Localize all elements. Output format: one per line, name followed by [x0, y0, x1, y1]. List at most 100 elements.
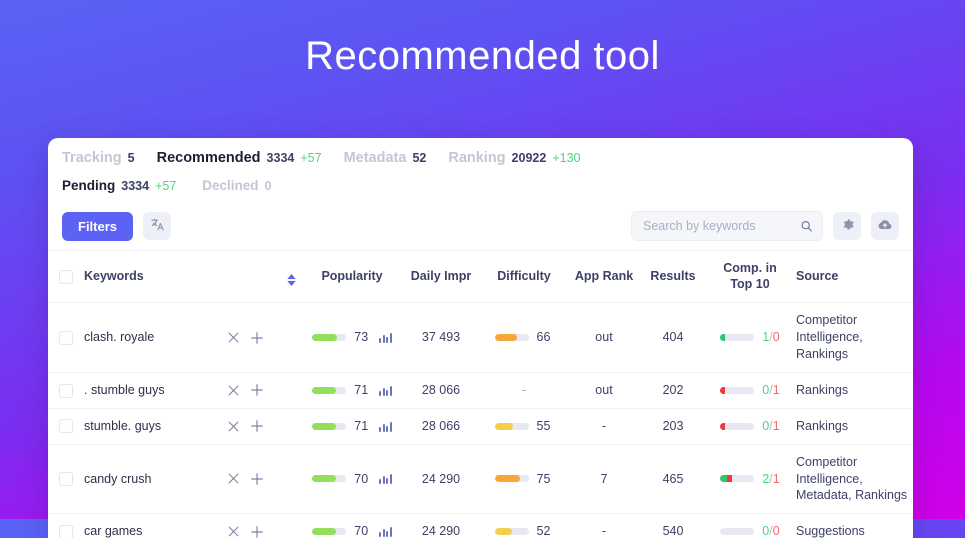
sort-handle-header[interactable]: [278, 249, 304, 304]
app-window: Tracking 5 Recommended 3334 +57 Metadata 52 Ran…: [48, 138, 913, 538]
source-cell: Suggestions: [796, 513, 913, 538]
column-header-app-rank[interactable]: App Rank: [566, 249, 642, 304]
search-input[interactable]: [643, 219, 794, 233]
search-box[interactable]: [631, 211, 823, 241]
column-header-comp-in-top-10[interactable]: Comp. in Top 10: [704, 249, 796, 304]
tab-delta: +130: [552, 151, 581, 165]
page-title: Recommended tool: [305, 34, 660, 78]
source-text: Competitor Intelligence, Metadata, Ranki…: [796, 454, 908, 503]
add-icon[interactable]: [250, 419, 264, 433]
column-header-difficulty[interactable]: Difficulty: [482, 249, 566, 304]
tab-ranking[interactable]: Ranking 20922 +130: [448, 150, 580, 166]
row-spacer-cell: [278, 408, 304, 445]
column-header-results[interactable]: Results: [642, 249, 704, 304]
comp-value: 0/1: [762, 382, 779, 399]
difficulty-cell: 55: [482, 408, 566, 445]
subtab-pending[interactable]: Pending 3334 +57: [62, 178, 176, 193]
comp-bar: [720, 386, 755, 394]
daily-impr-cell: 28 066: [400, 372, 482, 409]
comp-red-value: 1: [772, 382, 780, 397]
keyword-cell: . stumble guys: [84, 372, 212, 409]
filters-button[interactable]: Filters: [62, 211, 134, 241]
add-icon[interactable]: [250, 331, 264, 345]
add-icon[interactable]: [250, 472, 264, 486]
popularity-value: 73: [354, 330, 369, 345]
popularity-value: 71: [354, 418, 369, 433]
row-spacer-cell: [278, 302, 304, 373]
table-row[interactable]: car games 70 24 290 52 -540 0/0 Suggestions: [48, 513, 913, 538]
popularity-cell: 71: [304, 408, 400, 445]
row-actions-cell: [212, 372, 278, 409]
popularity-cell: 70: [304, 444, 400, 515]
column-header-daily-impr[interactable]: Daily Impr: [400, 249, 482, 304]
difficulty-value: 75: [536, 471, 551, 486]
popularity-sparkline-icon: [379, 526, 392, 538]
tab-count: 5: [127, 151, 135, 165]
column-header-keywords[interactable]: Keywords: [84, 249, 212, 304]
comp-in-top-10-cell: 0/1: [704, 408, 796, 445]
add-icon[interactable]: [250, 383, 264, 397]
app-rank-cell: -: [566, 513, 642, 538]
toolbar: Filters: [48, 202, 913, 250]
tab-count: 20922: [511, 151, 547, 165]
comp-value: 0/0: [762, 523, 779, 538]
column-header-popularity[interactable]: Popularity: [304, 249, 400, 304]
row-checkbox[interactable]: [59, 419, 73, 434]
tab-delta: +57: [300, 151, 322, 165]
table-row[interactable]: candy crush 70 24 290 75 7 465 2/1 Competitor I…: [48, 444, 913, 515]
remove-icon[interactable]: [227, 525, 240, 538]
app-rank-cell: -: [566, 408, 642, 445]
comp-in-top-10-cell: 2/1: [704, 444, 796, 515]
row-checkbox[interactable]: [59, 472, 73, 487]
sort-updown-icon[interactable]: [286, 273, 296, 286]
row-spacer-cell: [278, 372, 304, 409]
keyword-cell: clash. royale: [84, 302, 212, 373]
column-header-source[interactable]: Source: [796, 249, 913, 304]
subtab-count: 3334: [121, 179, 150, 193]
source-cell: Competitor Intelligence, Metadata, Ranki…: [796, 444, 913, 515]
popularity-value: 71: [354, 382, 369, 397]
remove-icon[interactable]: [227, 331, 240, 344]
tab-label: Tracking: [62, 150, 122, 166]
tab-count: 52: [412, 151, 427, 165]
row-checkbox[interactable]: [59, 524, 73, 538]
row-checkbox[interactable]: [59, 330, 73, 345]
source-cell: Rankings: [796, 372, 913, 409]
daily-impr-cell: 37 493: [400, 302, 482, 373]
difficulty-value: 66: [536, 330, 551, 345]
row-actions-cell: [212, 302, 278, 373]
settings-button[interactable]: [833, 212, 861, 240]
difficulty-bar: [494, 422, 529, 430]
keyword-text: clash. royale: [84, 330, 155, 345]
secondary-tab-bar: Pending 3334 +57 Declined 0: [48, 172, 913, 202]
keyword-cell: candy crush: [84, 444, 212, 515]
subtab-label: Pending: [62, 178, 116, 193]
table-row[interactable]: . stumble guys 71 28 066 - out 202 0/1 Rankings: [48, 372, 913, 409]
subtab-declined[interactable]: Declined 0: [202, 178, 271, 193]
translate-icon-button[interactable]: [143, 212, 172, 240]
popularity-bar: [312, 334, 347, 342]
search-icon[interactable]: [800, 220, 813, 233]
row-checkbox[interactable]: [59, 383, 73, 398]
comp-header-line-2: Top 10: [730, 276, 770, 291]
popularity-cell: 71: [304, 372, 400, 409]
row-select-cell: [48, 372, 84, 409]
tab-tracking[interactable]: Tracking 5: [62, 150, 135, 166]
table-row[interactable]: stumble. guys 71 28 066 55-203 0/1 Rankings: [48, 408, 913, 445]
popularity-value: 70: [354, 471, 369, 486]
column-header-actions: [212, 249, 278, 304]
select-all-header: [48, 249, 84, 304]
keyword-cell: car games: [84, 513, 212, 538]
table-row[interactable]: clash. royale 73 37 493 66 out 404 1/0 Competit…: [48, 302, 913, 373]
tab-label: Metadata: [343, 150, 407, 166]
tab-metadata[interactable]: Metadata 52: [344, 150, 427, 166]
select-all-checkbox[interactable]: [59, 269, 73, 284]
add-icon[interactable]: [250, 525, 264, 538]
remove-icon[interactable]: [227, 384, 240, 397]
tab-recommended[interactable]: Recommended 3334 +57: [157, 150, 322, 166]
source-text: Suggestions: [796, 524, 865, 538]
results-cell: 465: [642, 444, 704, 515]
remove-icon[interactable]: [227, 472, 240, 485]
remove-icon[interactable]: [227, 420, 240, 433]
export-button[interactable]: [871, 212, 899, 240]
